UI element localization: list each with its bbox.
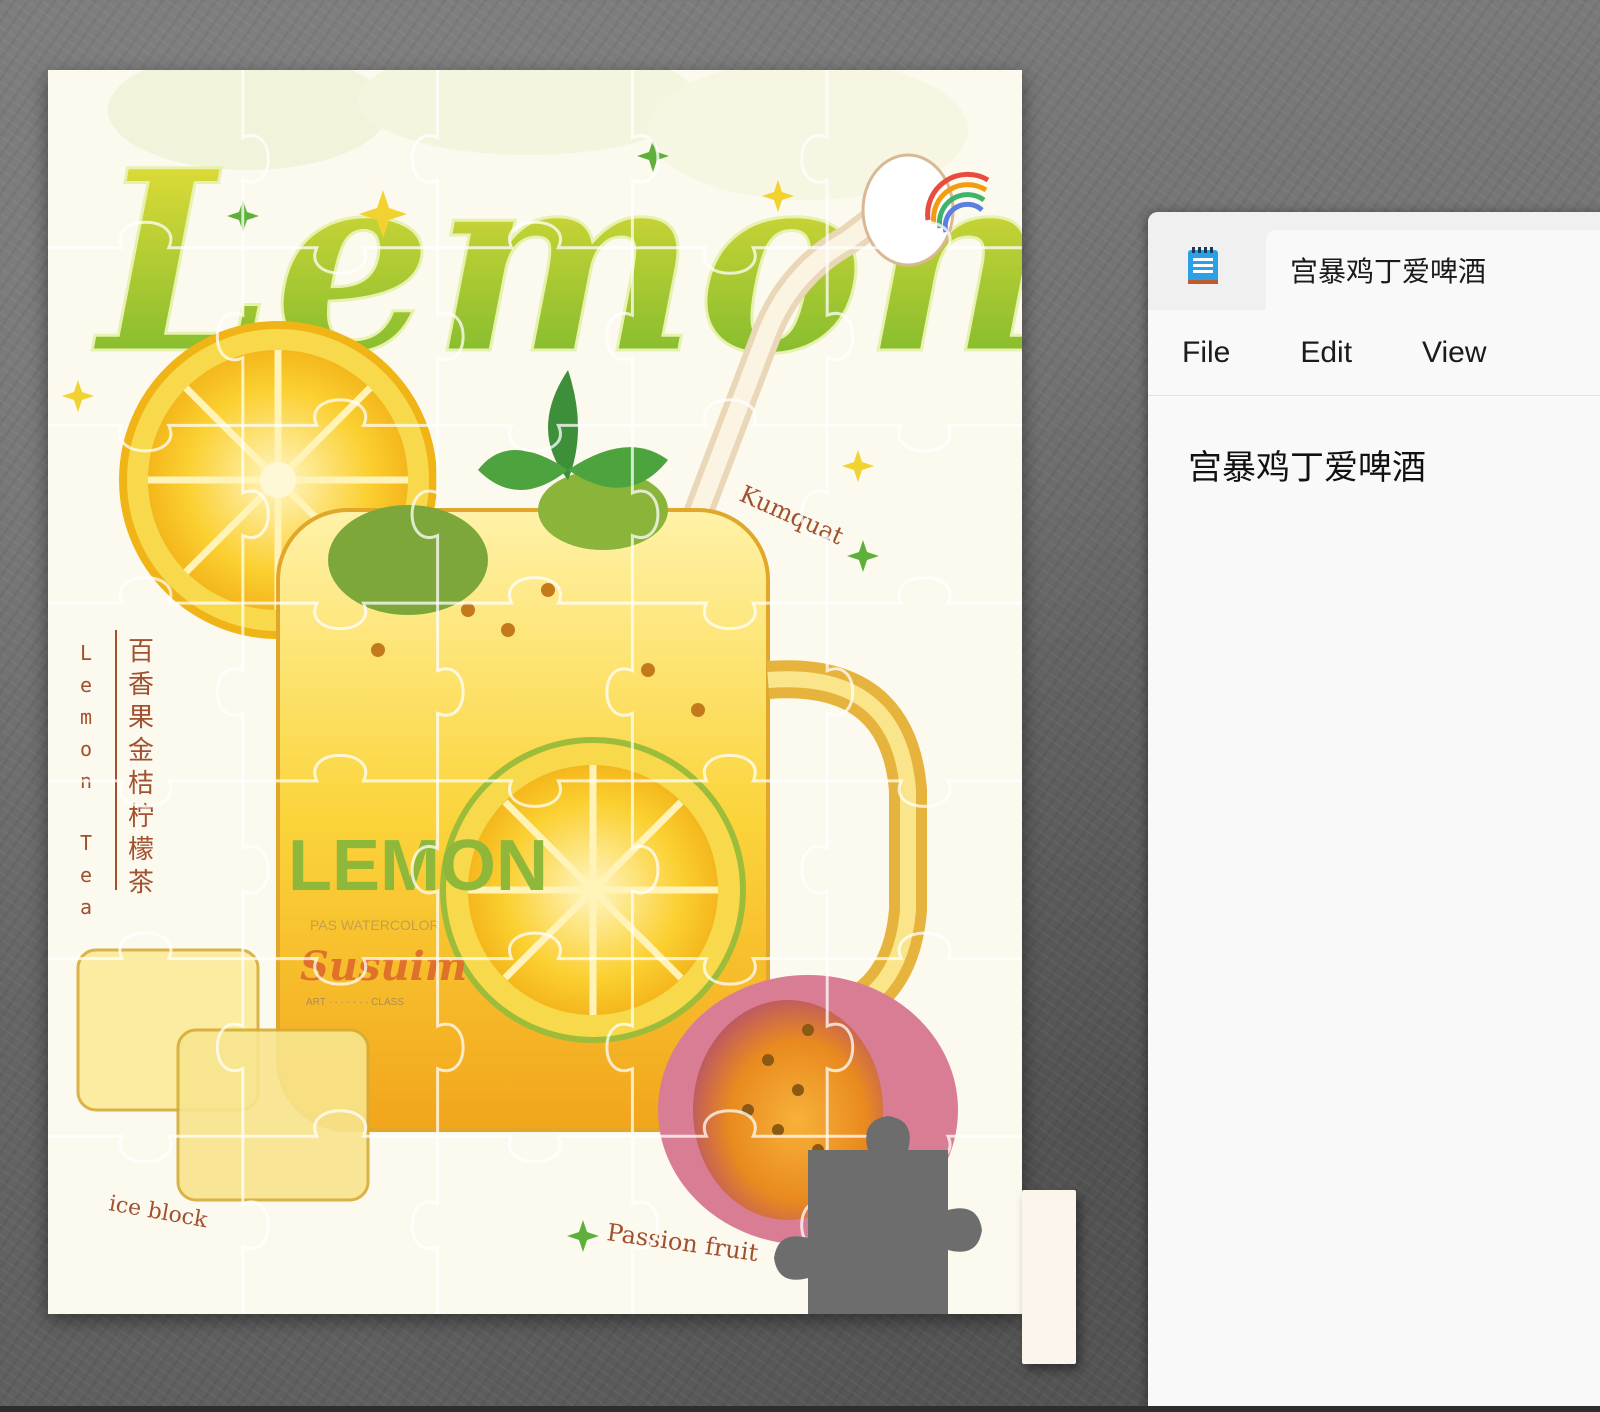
mug-sub-label: PAS WATERCOLOR xyxy=(310,917,440,933)
vertical-cn-char: 檬 xyxy=(128,835,154,865)
vertical-cn-char: 香 xyxy=(128,670,154,700)
vertical-cn-char: 果 xyxy=(128,703,154,733)
mug-label: LEMON xyxy=(288,826,548,906)
puzzle-artwork: Lemon LEMON PAS WATERCOLOR Susuim ART · … xyxy=(48,70,1022,1314)
vertical-en-char: m xyxy=(80,705,92,729)
taskbar-edge xyxy=(0,1406,1600,1412)
mug-tiny-label: ART · · · · · · · CLASS xyxy=(306,997,404,1008)
vertical-cn-char: 茶 xyxy=(128,868,154,898)
notepad-icon xyxy=(1188,247,1218,284)
menu-bar: File Edit View xyxy=(1148,310,1600,396)
vertical-en-char: e xyxy=(80,673,92,697)
loose-puzzle-piece[interactable] xyxy=(1022,1190,1076,1364)
vertical-cn-char: 百 xyxy=(128,637,154,667)
vertical-en-char: L xyxy=(80,641,92,665)
menu-view[interactable]: View xyxy=(1422,336,1486,370)
vertical-en-char: a xyxy=(80,895,92,919)
vertical-en-char: o xyxy=(80,737,92,761)
title-bar[interactable]: 宫暴鸡丁爱啤酒 xyxy=(1148,212,1600,310)
vertical-cn-char: 桔 xyxy=(128,769,154,799)
vertical-en-char: e xyxy=(80,863,92,887)
notepad-window[interactable]: 宫暴鸡丁爱啤酒 File Edit View 宫暴鸡丁爱啤酒 xyxy=(1148,212,1600,1412)
menu-edit[interactable]: Edit xyxy=(1300,336,1352,370)
jigsaw-puzzle-board[interactable]: Lemon LEMON PAS WATERCOLOR Susuim ART · … xyxy=(48,70,1022,1314)
mug-brand: Susuim xyxy=(300,943,467,990)
tab-document[interactable]: 宫暴鸡丁爱啤酒 xyxy=(1266,230,1600,310)
text-editor[interactable]: 宫暴鸡丁爱啤酒 xyxy=(1148,396,1600,1284)
menu-file[interactable]: File xyxy=(1182,336,1230,370)
tab-title: 宫暴鸡丁爱啤酒 xyxy=(1290,255,1487,288)
vertical-cn-char: 金 xyxy=(128,736,154,766)
vertical-en-char: T xyxy=(80,831,92,855)
